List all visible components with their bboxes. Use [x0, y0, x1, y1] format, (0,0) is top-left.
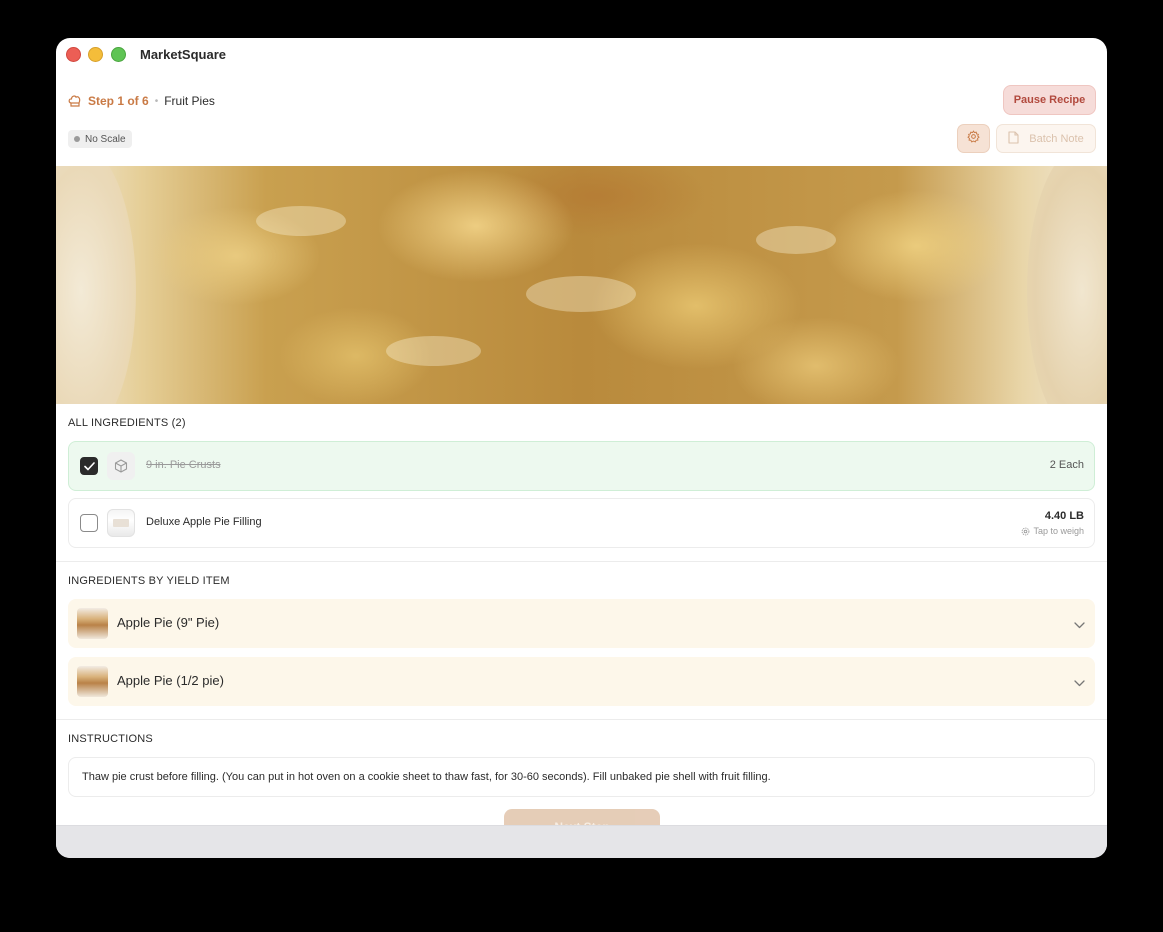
yield-item-thumbnail [77, 608, 108, 639]
ingredient-name: Deluxe Apple Pie Filling [146, 516, 262, 528]
minimize-window-button[interactable] [88, 47, 103, 62]
glaze-highlight [386, 336, 481, 366]
app-title: MarketSquare [140, 47, 226, 62]
chevron-down-icon[interactable] [1074, 674, 1085, 692]
pause-recipe-button[interactable]: Pause Recipe [1003, 85, 1096, 115]
zoom-window-button[interactable] [111, 47, 126, 62]
yield-item-row[interactable]: Apple Pie (1/2 pie) [68, 657, 1095, 706]
title-bar: MarketSquare [56, 38, 1107, 72]
section-divider [56, 561, 1107, 562]
instructions-text: Thaw pie crust before filling. (You can … [82, 771, 771, 783]
yield-items-heading: INGREDIENTS BY YIELD ITEM [68, 575, 230, 587]
scale-status-label: No Scale [85, 133, 126, 145]
check-icon [83, 461, 95, 470]
bottom-bar [56, 825, 1107, 858]
close-window-button[interactable] [66, 47, 81, 62]
note-icon [1008, 130, 1029, 147]
pie-crust-left [56, 166, 136, 404]
settings-button[interactable] [957, 124, 990, 153]
batch-note-label: Batch Note [1029, 132, 1084, 145]
pie-crust-right [1027, 166, 1107, 404]
yield-item-row[interactable]: Apple Pie (9" Pie) [68, 599, 1095, 648]
status-dot [74, 136, 80, 142]
glaze-highlight [256, 206, 346, 236]
tap-to-weigh-label: Tap to weigh [1033, 526, 1084, 536]
glaze-highlight [756, 226, 836, 254]
instructions-heading: INSTRUCTIONS [68, 733, 153, 745]
glaze-highlight [526, 276, 636, 312]
recipe-hero-image [56, 166, 1107, 404]
section-divider [56, 719, 1107, 720]
product-label-graphic [113, 519, 129, 527]
separator: • [154, 95, 159, 107]
ingredient-quantity: 4.40 LB [1044, 510, 1084, 522]
scale-status-badge: No Scale [68, 130, 132, 148]
yield-item-thumbnail [77, 666, 108, 697]
ingredient-row[interactable]: 9 in. Pie Crusts 2 Each [68, 441, 1095, 491]
scale-icon [1022, 527, 1030, 535]
yield-item-name: Apple Pie (9" Pie) [117, 615, 220, 630]
all-ingredients-heading: ALL INGREDIENTS (2) [68, 417, 186, 429]
recipe-category: Fruit Pies [164, 94, 215, 108]
step-label: Step 1 of 6 [88, 94, 149, 108]
ingredient-checkbox[interactable] [80, 514, 98, 532]
chef-hat-icon [68, 94, 82, 108]
ingredient-thumbnail [107, 509, 135, 537]
tap-to-weigh-hint[interactable]: Tap to weigh [1021, 526, 1084, 536]
chevron-down-icon[interactable] [1074, 616, 1085, 634]
batch-note-button[interactable]: Batch Note [996, 124, 1096, 153]
app-window: MarketSquare Step 1 of 6 • Fruit Pies Pa… [56, 38, 1107, 858]
step-breadcrumb: Step 1 of 6 • Fruit Pies [68, 92, 215, 110]
gear-icon [967, 129, 980, 148]
instructions-box: Thaw pie crust before filling. (You can … [68, 757, 1095, 797]
ingredient-checkbox[interactable] [80, 457, 98, 475]
ingredient-name: 9 in. Pie Crusts [146, 459, 221, 471]
ingredient-quantity: 2 Each [1049, 459, 1084, 471]
ingredient-row[interactable]: Deluxe Apple Pie Filling 4.40 LB Tap to … [68, 498, 1095, 548]
yield-item-name: Apple Pie (1/2 pie) [117, 673, 224, 688]
box-icon [107, 452, 135, 480]
